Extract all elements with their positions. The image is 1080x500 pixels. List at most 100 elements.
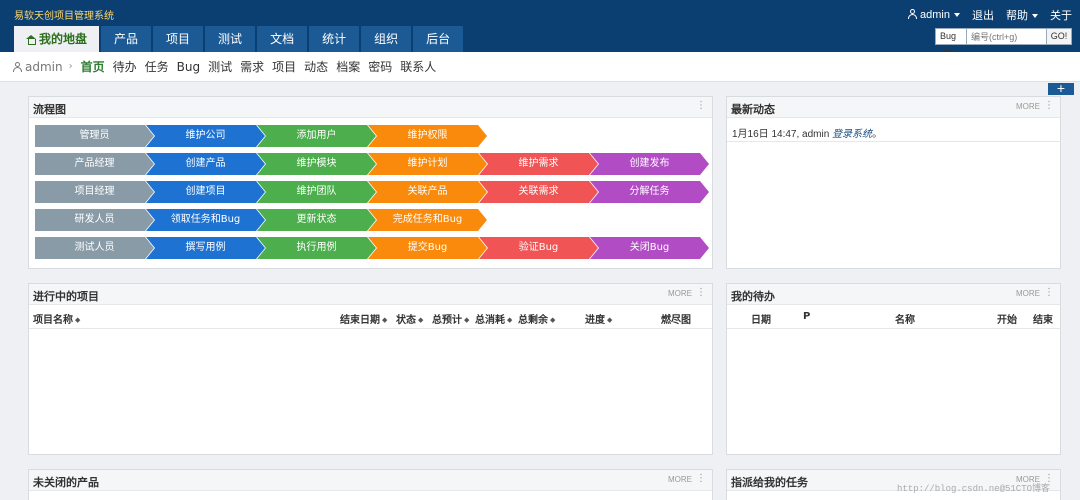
more-link[interactable]: MORE	[668, 289, 692, 298]
flow-step: 执行用例	[257, 237, 376, 259]
search-input[interactable]	[967, 28, 1047, 45]
more-link[interactable]: MORE	[668, 475, 692, 484]
col-label: 总剩余	[518, 315, 548, 326]
help-dropdown[interactable]: 帮助	[1006, 7, 1038, 23]
flow-step: 分解任务	[590, 181, 709, 203]
todo-panel: 我的待办 MORE ⋮ 日期 P 名称 开始 结束	[726, 283, 1061, 455]
flow-step: 更新状态	[257, 209, 376, 231]
flow-step: 验证Bug	[479, 237, 598, 259]
logout-link[interactable]: 退出	[972, 7, 994, 23]
nav-tab-qa[interactable]: 测试	[205, 26, 256, 52]
subnav-item-contacts[interactable]: 联系人	[400, 58, 436, 75]
col-estimate[interactable]: 总预计 ◆	[432, 311, 469, 326]
nav-tab-label: 我的地盘	[39, 32, 88, 46]
flow-role: 项目经理	[35, 181, 154, 203]
breadcrumb-user[interactable]: admin	[13, 60, 63, 74]
flow-step: 关联需求	[479, 181, 598, 203]
subnav-item-bug[interactable]: Bug	[177, 60, 200, 74]
flow-role: 测试人员	[35, 237, 154, 259]
search-type-label: Bug	[940, 31, 957, 41]
products-panel: 未关闭的产品 MORE ⋮	[28, 469, 713, 500]
breadcrumb-separator-icon: ›	[68, 61, 73, 72]
col-end[interactable]: 结束	[1033, 311, 1053, 326]
subnav-item-task[interactable]: 任务	[145, 58, 169, 75]
user-dropdown[interactable]: admin	[908, 9, 960, 21]
col-label: 项目名称	[33, 315, 73, 326]
search-box: Bug GO!	[935, 28, 1072, 54]
subnav-item-password[interactable]: 密码	[368, 58, 392, 75]
subnav-item-test[interactable]: 测试	[208, 58, 232, 75]
dynamics-panel: 最新动态 MORE ⋮ 1月16日 14:47, admin 登录系统。	[726, 96, 1061, 269]
panel-menu-icon[interactable]: ⋮	[1044, 287, 1054, 298]
flow-step: 维护团队	[257, 181, 376, 203]
projects-table-header: 项目名称 ◆ 结束日期 ◆ 状态 ◆ 总预计 ◆ 总消耗 ◆ 总剩余 ◆ 进度 ◆ 燃尽图	[29, 305, 712, 329]
subnav-item-story[interactable]: 需求	[240, 58, 264, 75]
col-project-name[interactable]: 项目名称 ◆	[33, 311, 80, 326]
caret-down-icon	[1032, 14, 1038, 19]
col-consumed[interactable]: 总消耗 ◆	[475, 311, 512, 326]
col-end-date[interactable]: 结束日期 ◆	[340, 311, 387, 326]
sort-icon: ◆	[382, 316, 388, 324]
caret-down-icon	[954, 13, 960, 18]
col-label: 状态	[396, 315, 416, 326]
col-status[interactable]: 状态 ◆	[396, 311, 423, 326]
nav-tab-my[interactable]: 我的地盘	[14, 26, 100, 52]
col-progress[interactable]: 进度 ◆	[585, 311, 612, 326]
watermark: http://blog.csdn.ne@51CTO博客	[896, 484, 1050, 494]
sort-icon: ◆	[507, 316, 513, 324]
panel-header: 流程图 ⋮	[29, 97, 712, 118]
add-block-button[interactable]: +	[1048, 81, 1074, 95]
subnav-item-home[interactable]: 首页	[81, 58, 105, 75]
more-link[interactable]: MORE	[1016, 289, 1040, 298]
subnav-item-profile[interactable]: 档案	[336, 58, 360, 75]
flow-step: 维护公司	[146, 125, 265, 147]
flow-step: 关联产品	[368, 181, 487, 203]
app-title[interactable]: 易软天创项目管理系统	[14, 7, 114, 22]
col-priority[interactable]: P	[803, 311, 810, 322]
nav-tab-project[interactable]: 项目	[153, 26, 204, 52]
divider	[727, 141, 1060, 142]
flow-step: 创建发布	[590, 153, 709, 175]
panel-menu-icon[interactable]: ⋮	[696, 473, 706, 484]
flow-role: 产品经理	[35, 153, 154, 175]
col-name[interactable]: 名称	[895, 311, 915, 326]
col-date[interactable]: 日期	[751, 311, 771, 326]
subnav-item-todo[interactable]: 待办	[113, 58, 137, 75]
panel-title: 指派给我的任务	[731, 476, 808, 489]
user-icon	[13, 61, 22, 72]
nav-tab-doc[interactable]: 文档	[257, 26, 308, 52]
dynamic-time: 1月16日 14:47, admin	[732, 129, 830, 140]
nav-tab-admin[interactable]: 后台	[413, 26, 464, 52]
user-icon	[908, 9, 918, 19]
flow-step: 添加用户	[257, 125, 376, 147]
panel-title: 我的待办	[731, 290, 775, 303]
user-menu: admin 退出 帮助 关于	[908, 7, 1072, 23]
panel-header: 我的待办 MORE ⋮	[727, 284, 1060, 305]
panel-menu-icon[interactable]: ⋮	[1044, 100, 1054, 111]
sort-icon: ◆	[464, 316, 470, 324]
flow-step: 创建项目	[146, 181, 265, 203]
projects-panel: 进行中的项目 MORE ⋮ 项目名称 ◆ 结束日期 ◆ 状态 ◆ 总预计 ◆ 总消耗 ◆ …	[28, 283, 713, 455]
col-left[interactable]: 总剩余 ◆	[518, 311, 555, 326]
dynamic-action-link[interactable]: 登录系统	[832, 129, 872, 140]
more-link[interactable]: MORE	[1016, 102, 1040, 111]
subnav-item-project[interactable]: 项目	[272, 58, 296, 75]
breadcrumb-label: admin	[25, 59, 63, 74]
nav-tab-company[interactable]: 组织	[361, 26, 412, 52]
search-go-button[interactable]: GO!	[1047, 28, 1072, 45]
about-link[interactable]: 关于	[1050, 7, 1072, 23]
panel-header: 最新动态 MORE ⋮	[727, 97, 1060, 118]
col-begin[interactable]: 开始	[997, 311, 1017, 326]
subnav-item-dynamic[interactable]: 动态	[304, 58, 328, 75]
home-icon	[26, 35, 36, 45]
nav-tab-report[interactable]: 统计	[309, 26, 360, 52]
panel-menu-icon[interactable]: ⋮	[696, 287, 706, 298]
dynamic-end: 。	[872, 129, 883, 140]
flow-step: 撰写用例	[146, 237, 265, 259]
panel-menu-icon[interactable]: ⋮	[696, 100, 706, 111]
sort-icon: ◆	[418, 316, 424, 324]
search-type-select[interactable]: Bug	[935, 28, 967, 54]
sort-icon: ◆	[607, 316, 613, 324]
flowchart-panel: 流程图 ⋮ 管理员 维护公司 添加用户 维护权限 产品经理 创建产品 维护模块 维护计划 维护需…	[28, 96, 713, 269]
nav-tab-product[interactable]: 产品	[101, 26, 152, 52]
